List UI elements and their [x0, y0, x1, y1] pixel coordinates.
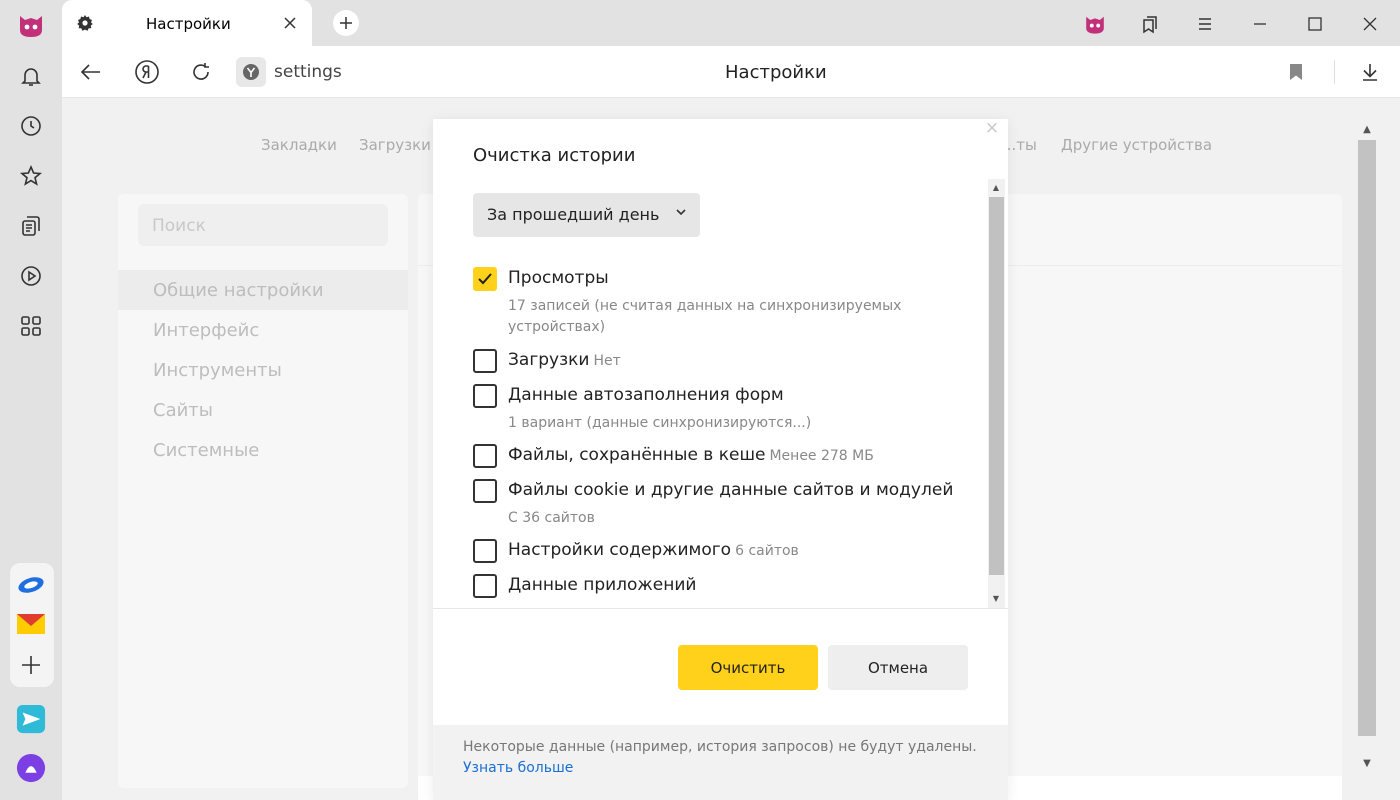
dialog-scrollbar-thumb[interactable]	[989, 197, 1004, 575]
period-select[interactable]: За прошедший день	[473, 193, 700, 237]
settings-menu-general[interactable]: Общие настройки	[118, 270, 408, 310]
apps-grid-icon[interactable]	[16, 311, 46, 341]
profile-avatar-icon[interactable]	[1080, 10, 1110, 38]
reload-icon[interactable]	[186, 57, 216, 87]
new-tab-plus-icon[interactable]	[333, 10, 359, 36]
settings-menu-sites[interactable]: Сайты	[118, 390, 408, 430]
page-scroll-up-icon[interactable]: ▲	[1361, 124, 1373, 136]
gear-icon	[76, 14, 94, 36]
learn-more-link[interactable]: Узнать больше	[463, 758, 978, 779]
cookies-checkbox[interactable]	[473, 479, 497, 503]
close-window-icon[interactable]	[1355, 10, 1385, 38]
app-data-checkbox[interactable]	[473, 574, 497, 598]
cookies-label: Файлы cookie и другие данные сайтов и мо…	[508, 480, 954, 500]
close-dialog-icon[interactable]: ×	[984, 120, 1000, 137]
site-protect-icon[interactable]	[236, 57, 266, 87]
page-scroll-down-icon[interactable]: ▼	[1361, 758, 1373, 770]
content-settings-label-wrap: Настройки содержимого 6 сайтов	[508, 540, 799, 560]
clear-button[interactable]: Очистить	[678, 645, 818, 690]
views-detail: 17 записей (не считая данных на синхрони…	[508, 298, 902, 335]
app-data-label: Данные приложений	[508, 575, 697, 595]
browser-sidebar	[0, 0, 62, 800]
alice-assistant-icon[interactable]	[16, 753, 46, 783]
clear-history-dialog: × Очистка истории За прошедший день Прос…	[433, 119, 1008, 800]
add-bookmark-icon[interactable]	[1281, 57, 1311, 87]
downloads-arrow-icon[interactable]	[1355, 57, 1385, 87]
autofill-checkbox[interactable]	[473, 384, 497, 408]
messenger-send-icon[interactable]	[16, 704, 46, 734]
settings-menu-interface[interactable]: Интерфейс	[118, 310, 408, 350]
maximize-icon[interactable]	[1300, 10, 1330, 38]
history-clock-icon[interactable]	[16, 111, 46, 141]
downloads-label: Загрузки	[508, 350, 590, 370]
page-scrollbar-thumb[interactable]	[1358, 140, 1376, 736]
cache-note: Менее 278 МБ	[769, 448, 874, 464]
notifications-bell-icon[interactable]	[16, 61, 46, 91]
menu-hamburger-icon[interactable]	[1190, 10, 1220, 38]
dialog-footer: Некоторые данные (например, история запр…	[433, 725, 1008, 800]
mail-envelope-icon[interactable]	[16, 609, 46, 639]
topnav-downloads[interactable]: Загрузки	[359, 136, 431, 154]
cancel-button[interactable]: Отмена	[828, 645, 968, 690]
collections-icon[interactable]	[16, 211, 46, 241]
tab-settings[interactable]: Настройки	[62, 0, 312, 46]
settings-menu-tools[interactable]: Инструменты	[118, 350, 408, 390]
bookmarks-panel-icon[interactable]	[1135, 10, 1165, 38]
tab-strip: Настройки	[62, 0, 1400, 46]
cache-checkbox[interactable]	[473, 444, 497, 468]
address-bar: settings Настройки	[62, 46, 1400, 98]
bookmarks-star-icon[interactable]	[16, 161, 46, 191]
cache-label: Файлы, сохранённые в кеше	[508, 445, 766, 465]
footer-note: Некоторые данные (например, история запр…	[463, 739, 977, 755]
close-tab-icon[interactable]	[283, 15, 297, 34]
dialog-scrollbar[interactable]: ▲ ▼	[988, 179, 1005, 608]
back-arrow-icon[interactable]	[76, 57, 106, 87]
browser-logo-icon[interactable]	[16, 10, 46, 40]
add-widget-plus-icon[interactable]	[16, 650, 46, 680]
dialog-scroll-down-icon[interactable]: ▼	[990, 593, 1002, 605]
content-settings-note: 6 сайтов	[735, 543, 799, 559]
chevron-down-icon	[676, 205, 686, 219]
dialog-scroll-up-icon[interactable]: ▲	[990, 182, 1002, 194]
settings-menu-system[interactable]: Системные	[118, 430, 408, 470]
period-select-value: За прошедший день	[487, 205, 660, 224]
autofill-label: Данные автозаполнения форм	[508, 385, 784, 405]
settings-nav-panel: Поиск Общие настройки Интерфейс Инструме…	[118, 194, 408, 788]
yandex-disk-icon[interactable]	[16, 568, 46, 598]
views-label: Просмотры	[508, 268, 609, 288]
topnav-other-devices[interactable]: Другие устройства	[1061, 136, 1212, 154]
autofill-detail: 1 вариант (данные синхронизируются...)	[508, 415, 812, 431]
minimize-icon[interactable]	[1245, 10, 1275, 38]
downloads-label-wrap: Загрузки Нет	[508, 350, 621, 370]
settings-search-input[interactable]: Поиск	[138, 204, 388, 246]
tab-title: Настройки	[146, 15, 231, 33]
cookies-detail: С 36 сайтов	[508, 510, 595, 526]
views-checkbox[interactable]	[473, 267, 497, 291]
content-settings-label: Настройки содержимого	[508, 540, 732, 560]
cache-label-wrap: Файлы, сохранённые в кеше Менее 278 МБ	[508, 445, 874, 465]
content-settings-checkbox[interactable]	[473, 539, 497, 563]
yandex-home-icon[interactable]	[132, 57, 162, 87]
url-text[interactable]: settings	[274, 62, 342, 82]
page-title: Настройки	[725, 62, 827, 83]
topnav-bookmarks[interactable]: Закладки	[261, 136, 337, 154]
dialog-options-scroll: За прошедший день Просмотры 17 записей (…	[433, 179, 1008, 609]
dialog-title: Очистка истории	[473, 145, 636, 166]
downloads-note: Нет	[593, 353, 621, 369]
toolbar-divider	[1334, 60, 1335, 84]
downloads-checkbox[interactable]	[473, 349, 497, 373]
media-play-icon[interactable]	[16, 261, 46, 291]
